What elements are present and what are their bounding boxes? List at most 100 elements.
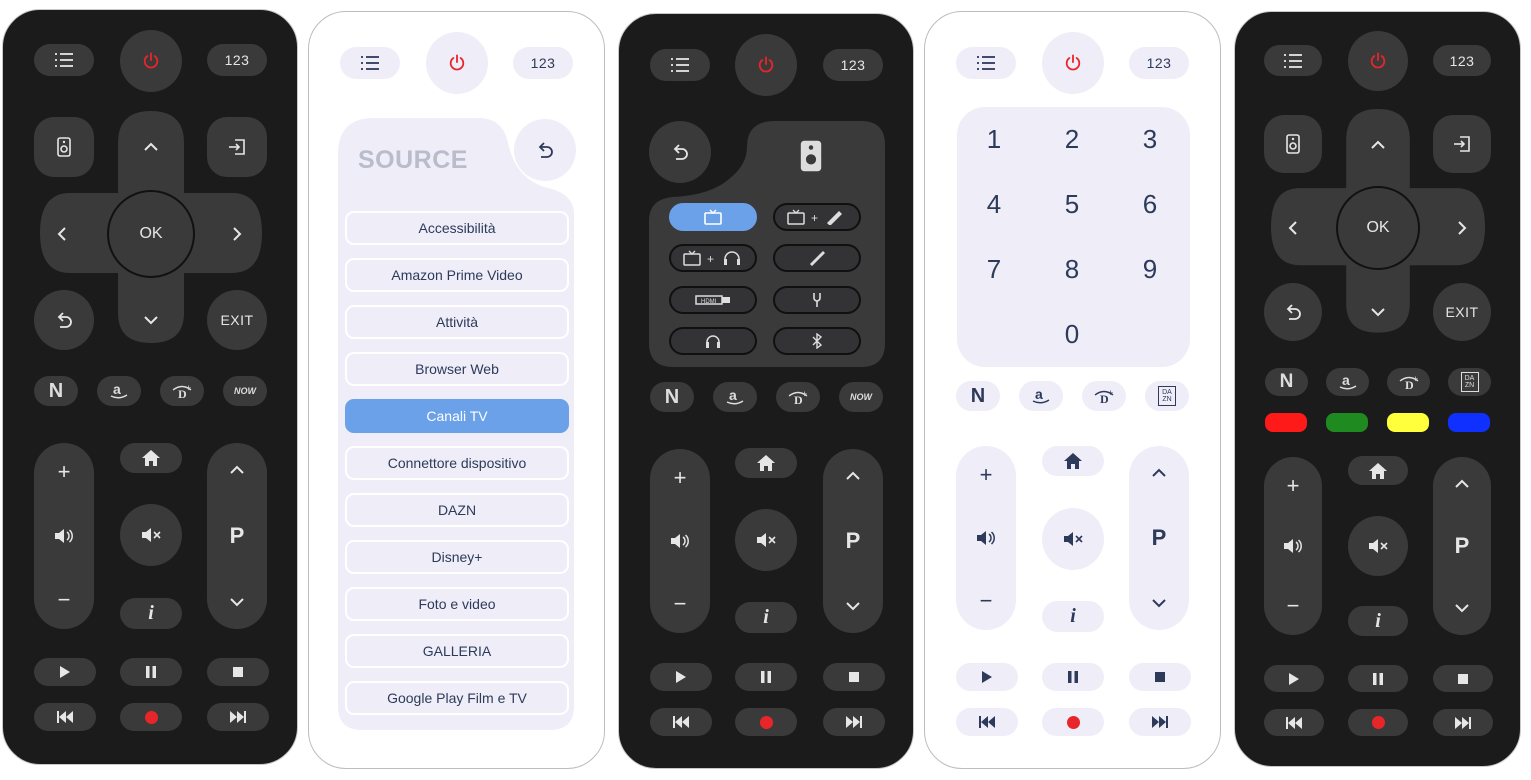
home-button[interactable] xyxy=(1042,446,1104,476)
dpad-right[interactable] xyxy=(225,220,249,248)
power-button[interactable] xyxy=(1348,31,1408,91)
volume-down-button[interactable]: − xyxy=(1287,595,1300,617)
pause-button[interactable] xyxy=(735,663,797,691)
back-button[interactable] xyxy=(1264,283,1322,341)
numpad-key-5[interactable]: 5 xyxy=(1052,189,1092,220)
netflix-button[interactable]: N xyxy=(956,381,1000,411)
numpad-key-2[interactable]: 2 xyxy=(1052,124,1092,155)
source-item[interactable]: Connettore dispositivo xyxy=(345,446,569,480)
source-item[interactable]: Google Play Film e TV xyxy=(345,681,569,715)
ok-button[interactable]: OK xyxy=(1336,186,1420,270)
rewind-button[interactable] xyxy=(956,708,1018,736)
dpad-left[interactable] xyxy=(49,220,73,248)
info-button[interactable]: i xyxy=(735,602,797,633)
blue-button[interactable] xyxy=(1448,413,1490,432)
stop-button[interactable] xyxy=(207,658,269,686)
volume-up-button[interactable]: + xyxy=(58,461,71,483)
mute-button[interactable] xyxy=(735,509,797,571)
stop-button[interactable] xyxy=(1433,665,1493,692)
sound-hdmi[interactable]: HDMI xyxy=(669,286,757,314)
home-button[interactable] xyxy=(1348,456,1408,485)
ok-button[interactable]: OK xyxy=(107,190,195,278)
info-button[interactable]: i xyxy=(1348,606,1408,636)
numbers-button[interactable]: 123 xyxy=(1129,47,1189,79)
sound-aux[interactable] xyxy=(773,286,861,314)
channel-down-icon[interactable] xyxy=(1152,599,1166,608)
home-button[interactable] xyxy=(120,443,182,473)
rewind-button[interactable] xyxy=(650,708,712,736)
sound-headphones[interactable] xyxy=(669,327,757,355)
fast-forward-button[interactable] xyxy=(207,703,269,731)
volume-down-button[interactable]: − xyxy=(58,589,71,611)
channel-down-icon[interactable] xyxy=(846,602,860,611)
disney-button[interactable]: D + xyxy=(160,376,204,406)
pause-button[interactable] xyxy=(120,658,182,686)
amazon-button[interactable]: a xyxy=(97,376,141,406)
numbers-button[interactable]: 123 xyxy=(823,49,883,81)
back-button[interactable] xyxy=(649,121,711,183)
disney-button[interactable]: D + xyxy=(1082,381,1126,411)
channel-up-icon[interactable] xyxy=(1152,468,1166,477)
channel-down-icon[interactable] xyxy=(230,598,244,607)
dpad-up[interactable] xyxy=(133,134,169,158)
channel-up-icon[interactable] xyxy=(230,465,244,474)
amazon-button[interactable]: a xyxy=(1019,381,1063,411)
red-button[interactable] xyxy=(1265,413,1307,432)
play-button[interactable] xyxy=(1264,665,1324,692)
volume-up-button[interactable]: + xyxy=(1287,475,1300,497)
amazon-button[interactable]: a xyxy=(713,382,757,412)
power-button[interactable] xyxy=(120,30,182,92)
play-button[interactable] xyxy=(650,663,712,691)
dpad-down[interactable] xyxy=(133,308,169,332)
source-item[interactable]: Foto e video xyxy=(345,587,569,621)
volume-up-button[interactable]: + xyxy=(674,467,687,489)
now-button[interactable]: NOW xyxy=(223,376,267,406)
stop-button[interactable] xyxy=(823,663,885,691)
source-back-button[interactable] xyxy=(514,119,576,181)
netflix-button[interactable]: N xyxy=(34,376,78,406)
menu-button[interactable] xyxy=(34,44,94,76)
volume-down-button[interactable]: − xyxy=(674,593,687,615)
source-item-selected[interactable]: Canali TV xyxy=(345,399,569,433)
power-button[interactable] xyxy=(426,32,488,94)
now-button[interactable]: NOW xyxy=(839,382,883,412)
menu-button[interactable] xyxy=(650,49,710,81)
source-item[interactable]: Amazon Prime Video xyxy=(345,258,569,292)
exit-button[interactable]: EXIT xyxy=(1433,283,1491,341)
source-item[interactable]: Browser Web xyxy=(345,352,569,386)
netflix-button[interactable]: N xyxy=(650,382,694,412)
amazon-button[interactable]: a xyxy=(1326,368,1369,396)
rewind-button[interactable] xyxy=(34,703,96,731)
record-button[interactable] xyxy=(1348,709,1408,736)
dazn-button[interactable]: DA ZN xyxy=(1448,368,1491,396)
disney-button[interactable]: D + xyxy=(1387,368,1430,396)
exit-button[interactable]: EXIT xyxy=(207,290,267,350)
numpad-key-4[interactable]: 4 xyxy=(974,189,1014,220)
numpad-key-9[interactable]: 9 xyxy=(1130,254,1170,285)
sound-tv-headphones[interactable]: + xyxy=(669,244,757,272)
back-button[interactable] xyxy=(34,290,94,350)
source-item[interactable]: GALLERIA xyxy=(345,634,569,668)
numbers-button[interactable]: 123 xyxy=(1433,45,1491,76)
numpad-key-8[interactable]: 8 xyxy=(1052,254,1092,285)
dpad-down[interactable] xyxy=(1360,300,1396,324)
menu-button[interactable] xyxy=(1264,45,1322,76)
numpad-key-0[interactable]: 0 xyxy=(1052,319,1092,350)
sound-optical[interactable] xyxy=(773,244,861,272)
sound-tv-optical[interactable]: + xyxy=(773,203,861,231)
sound-tv-speaker[interactable] xyxy=(669,203,757,231)
volume-down-button[interactable]: − xyxy=(980,590,993,612)
channel-up-icon[interactable] xyxy=(846,471,860,480)
pause-button[interactable] xyxy=(1348,665,1408,692)
mute-button[interactable] xyxy=(120,504,182,566)
netflix-button[interactable]: N xyxy=(1265,368,1308,396)
record-button[interactable] xyxy=(1042,708,1104,736)
stop-button[interactable] xyxy=(1129,663,1191,691)
fast-forward-button[interactable] xyxy=(1433,709,1493,736)
source-item[interactable]: DAZN xyxy=(345,493,569,527)
numpad-key-6[interactable]: 6 xyxy=(1130,189,1170,220)
mute-button[interactable] xyxy=(1042,508,1104,570)
pause-button[interactable] xyxy=(1042,663,1104,691)
dpad-left[interactable] xyxy=(1280,214,1304,242)
numpad-key-1[interactable]: 1 xyxy=(974,124,1014,155)
